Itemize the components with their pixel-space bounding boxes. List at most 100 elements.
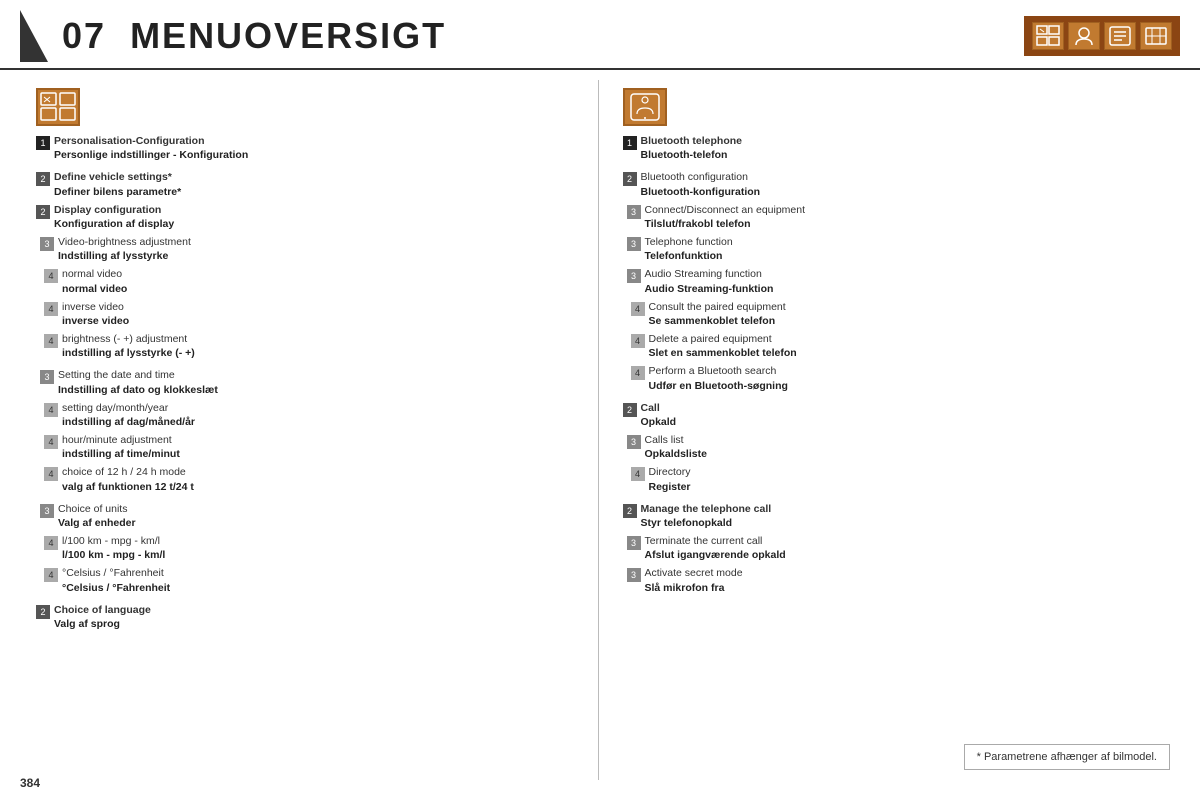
footer-note: * Parametrene afhænger af bilmodel.	[964, 744, 1170, 770]
item-text: Terminate the current call Afslut igangv…	[645, 534, 786, 562]
left-section-icon	[36, 88, 80, 126]
level-badge: 3	[627, 205, 641, 219]
list-item: 2 Define vehicle settings* Definer bilen…	[36, 170, 578, 198]
level-badge: 3	[627, 435, 641, 449]
list-item: 3 Video-brightness adjustment Indstillin…	[40, 235, 578, 263]
list-item: 4 Perform a Bluetooth search Udfør en Bl…	[631, 364, 1165, 392]
header-icon-4	[1140, 22, 1172, 50]
level-badge: 1	[623, 136, 637, 150]
list-item: 4 Consult the paired equipment Se sammen…	[631, 300, 1165, 328]
level-badge: 4	[631, 334, 645, 348]
item-text: Setting the date and time Indstilling af…	[58, 368, 218, 396]
level-badge: 3	[627, 269, 641, 283]
header-icon-1	[1032, 22, 1064, 50]
list-item: 1 Personalisation-Configuration Personli…	[36, 134, 578, 162]
item-text: choice of 12 h / 24 h mode valg af funkt…	[62, 465, 194, 493]
item-text: inverse video inverse video	[62, 300, 129, 328]
level-badge: 4	[44, 536, 58, 550]
item-text: Manage the telephone call Styr telefonop…	[641, 502, 772, 530]
level-badge: 3	[627, 536, 641, 550]
item-text: Personalisation-Configuration Personlige…	[54, 134, 248, 162]
level-badge: 4	[44, 467, 58, 481]
list-item: 4 choice of 12 h / 24 h mode valg af fun…	[44, 465, 578, 493]
header-icon-2	[1068, 22, 1100, 50]
item-text: Activate secret mode Slå mikrofon fra	[645, 566, 743, 594]
list-item: 4 Directory Register	[631, 465, 1165, 493]
item-text: l/100 km - mpg - km/l l/100 km - mpg - k…	[62, 534, 165, 562]
level-badge: 4	[44, 568, 58, 582]
list-item: 4 inverse video inverse video	[44, 300, 578, 328]
item-text: Video-brightness adjustment Indstilling …	[58, 235, 191, 263]
item-text: Choice of language Valg af sprog	[54, 603, 151, 631]
level-badge: 2	[623, 403, 637, 417]
level-badge: 4	[44, 435, 58, 449]
level-badge: 4	[44, 269, 58, 283]
list-item: 3 Activate secret mode Slå mikrofon fra	[627, 566, 1165, 594]
list-item: 4 °Celsius / °Fahrenheit °Celsius / °Fah…	[44, 566, 578, 594]
level-badge: 2	[36, 172, 50, 186]
item-text: Call Opkald	[641, 401, 677, 429]
right-section-icon	[623, 88, 667, 126]
item-text: Consult the paired equipment Se sammenko…	[649, 300, 786, 328]
level-badge: 3	[40, 504, 54, 518]
level-badge: 4	[44, 302, 58, 316]
level-badge: 1	[36, 136, 50, 150]
list-item: 3 Telephone function Telefonfunktion	[627, 235, 1165, 263]
level-badge: 2	[623, 172, 637, 186]
level-badge: 4	[631, 467, 645, 481]
list-item: 4 normal video normal video	[44, 267, 578, 295]
level-badge: 4	[631, 366, 645, 380]
list-item: 1 Bluetooth telephone Bluetooth-telefon	[623, 134, 1165, 162]
header-icons-box	[1024, 16, 1180, 56]
level-badge: 3	[40, 237, 54, 251]
list-item: 4 Delete a paired equipment Slet en samm…	[631, 332, 1165, 360]
level-badge: 2	[623, 504, 637, 518]
list-item: 4 brightness (- +) adjustment indstillin…	[44, 332, 578, 360]
item-text: Choice of units Valg af enheder	[58, 502, 136, 530]
level-badge: 2	[36, 205, 50, 219]
left-column: 1 Personalisation-Configuration Personli…	[20, 80, 599, 780]
page-header: 07 MENUOVERSIGT	[0, 0, 1200, 70]
list-item: 2 Manage the telephone call Styr telefon…	[623, 502, 1165, 530]
header-icon-3	[1104, 22, 1136, 50]
main-content: 1 Personalisation-Configuration Personli…	[0, 70, 1200, 790]
list-item: 2 Bluetooth configuration Bluetooth-konf…	[623, 170, 1165, 198]
page-title: 07 MENUOVERSIGT	[62, 15, 446, 57]
item-text: Bluetooth telephone Bluetooth-telefon	[641, 134, 743, 162]
item-text: Bluetooth configuration Bluetooth-konfig…	[641, 170, 761, 198]
list-item: 2 Choice of language Valg af sprog	[36, 603, 578, 631]
list-item: 3 Audio Streaming function Audio Streami…	[627, 267, 1165, 295]
page-number: 384	[20, 776, 40, 790]
right-column: 1 Bluetooth telephone Bluetooth-telefon …	[599, 80, 1181, 780]
item-text: brightness (- +) adjustment indstilling …	[62, 332, 195, 360]
item-text: normal video normal video	[62, 267, 127, 295]
item-text: Calls list Opkaldsliste	[645, 433, 707, 461]
item-text: Audio Streaming function Audio Streaming…	[645, 267, 774, 295]
level-badge: 3	[40, 370, 54, 384]
list-item: 3 Terminate the current call Afslut igan…	[627, 534, 1165, 562]
item-text: Delete a paired equipment Slet en sammen…	[649, 332, 797, 360]
item-text: Define vehicle settings* Definer bilens …	[54, 170, 181, 198]
list-item: 3 Calls list Opkaldsliste	[627, 433, 1165, 461]
level-badge: 3	[627, 237, 641, 251]
item-text: setting day/month/year indstilling af da…	[62, 401, 195, 429]
list-item: 3 Connect/Disconnect an equipment Tilslu…	[627, 203, 1165, 231]
item-text: hour/minute adjustment indstilling af ti…	[62, 433, 180, 461]
list-item: 2 Call Opkald	[623, 401, 1165, 429]
item-text: Connect/Disconnect an equipment Tilslut/…	[645, 203, 806, 231]
item-text: °Celsius / °Fahrenheit °Celsius / °Fahre…	[62, 566, 170, 594]
item-text: Perform a Bluetooth search Udfør en Blue…	[649, 364, 788, 392]
list-item: 3 Setting the date and time Indstilling …	[40, 368, 578, 396]
level-badge: 4	[44, 403, 58, 417]
list-item: 4 l/100 km - mpg - km/l l/100 km - mpg -…	[44, 534, 578, 562]
list-item: 2 Display configuration Konfiguration af…	[36, 203, 578, 231]
level-badge: 2	[36, 605, 50, 619]
item-text: Telephone function Telefonfunktion	[645, 235, 733, 263]
item-text: Display configuration Konfiguration af d…	[54, 203, 174, 231]
level-badge: 4	[44, 334, 58, 348]
item-text: Directory Register	[649, 465, 691, 493]
level-badge: 4	[631, 302, 645, 316]
level-badge: 3	[627, 568, 641, 582]
list-item: 4 hour/minute adjustment indstilling af …	[44, 433, 578, 461]
list-item: 3 Choice of units Valg af enheder	[40, 502, 578, 530]
